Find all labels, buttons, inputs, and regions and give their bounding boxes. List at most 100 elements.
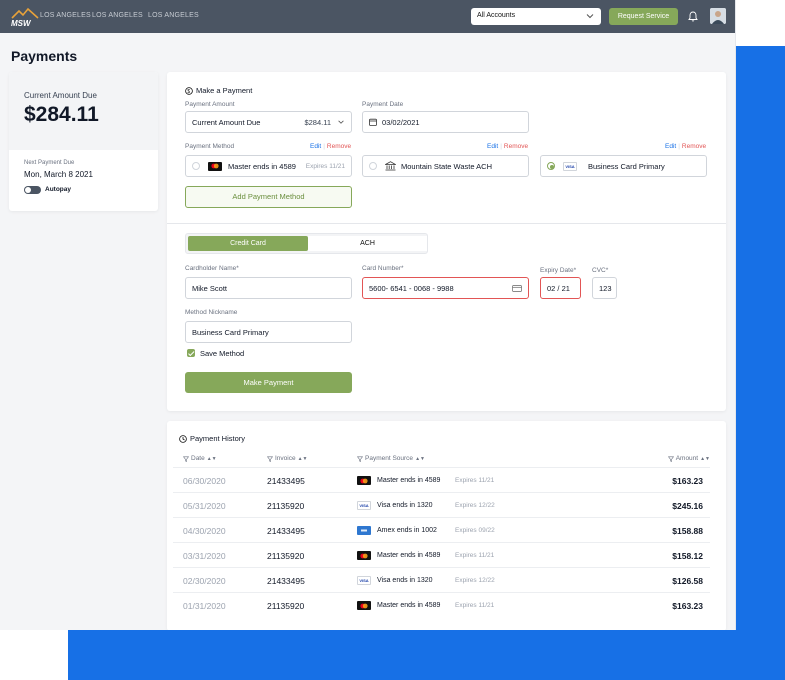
- method-2-radio[interactable]: [369, 162, 377, 170]
- method-nickname-value: Business Card Primary: [192, 327, 269, 337]
- method-2-actions: Edit | Remove: [487, 143, 529, 150]
- add-payment-method-button[interactable]: Add Payment Method: [185, 186, 352, 208]
- row-source-label: Visa ends in 1320: [377, 577, 433, 584]
- payment-type-tabs: Credit Card ACH: [185, 233, 428, 254]
- method-nickname-input[interactable]: Business Card Primary: [185, 321, 352, 343]
- expiry-date-label: Expiry Date*: [540, 267, 577, 274]
- save-method-checkbox[interactable]: [187, 349, 195, 357]
- row-expires: Expires 09/22: [455, 527, 495, 534]
- filter-icon: [183, 456, 189, 462]
- method-3-actions: Edit | Remove: [665, 143, 707, 150]
- row-invoice[interactable]: 21135920: [267, 501, 304, 511]
- method-3-name: Business Card Primary: [588, 161, 665, 171]
- table-row[interactable]: 02/30/2020 21433495 VISA Visa ends in 1320 E…: [173, 567, 710, 592]
- expiry-date-input[interactable]: 02 / 21: [540, 277, 581, 299]
- column-header-source[interactable]: Payment Source ▲▼: [357, 455, 425, 462]
- column-header-amount[interactable]: Amount ▲▼: [667, 455, 710, 462]
- row-amount: $126.58: [672, 576, 703, 586]
- method-2-name: Mountain State Waste ACH: [401, 161, 493, 171]
- filter-icon: [357, 456, 363, 462]
- payment-method-option-2[interactable]: Mountain State Waste ACH: [362, 155, 529, 177]
- tab-ach[interactable]: ACH: [308, 236, 427, 251]
- top-bar: MSW LOS ANGELES LOS ANGELES LOS ANGELES …: [0, 0, 735, 33]
- method-3-remove-link[interactable]: Remove: [682, 143, 706, 150]
- nav-item-1[interactable]: LOS ANGELES: [40, 12, 91, 19]
- row-invoice[interactable]: 21135920: [267, 601, 304, 611]
- payment-history-title: Payment History: [190, 434, 246, 443]
- account-select[interactable]: All Accounts: [471, 8, 601, 25]
- dollar-circle-icon: $: [185, 86, 193, 95]
- make-payment-heading: $ Make a Payment: [185, 86, 252, 95]
- row-payment-source: Master ends in 4589: [357, 551, 440, 560]
- account-select-value: All Accounts: [477, 12, 516, 19]
- column-header-date-label: Date: [191, 455, 205, 462]
- method-3-edit-link[interactable]: Edit: [665, 143, 676, 150]
- row-payment-source: Amex ends in 1002: [357, 526, 437, 535]
- table-row[interactable]: 01/31/2020 21135920 Master ends in 4589 Exp…: [173, 592, 710, 617]
- bell-icon[interactable]: [688, 11, 698, 22]
- cardholder-name-value: Mike Scott: [192, 283, 228, 293]
- method-1-edit-link[interactable]: Edit: [310, 143, 321, 150]
- row-invoice[interactable]: 21433495: [267, 526, 305, 536]
- make-payment-title: Make a Payment: [196, 86, 253, 95]
- row-invoice[interactable]: 21433495: [267, 576, 305, 586]
- cvc-value: 123: [599, 283, 612, 293]
- amount-due-card: Current Amount Due $284.11 Next Payment …: [9, 72, 158, 211]
- method-2-edit-link[interactable]: Edit: [487, 143, 498, 150]
- payment-method-label: Payment Method: [185, 143, 235, 150]
- row-invoice[interactable]: 21433495: [267, 476, 305, 486]
- payment-method-option-3[interactable]: VISA Business Card Primary: [540, 155, 707, 177]
- method-nickname-label: Method Nickname: [185, 309, 238, 316]
- visa-icon: VISA: [357, 576, 371, 585]
- make-payment-button[interactable]: Make Payment: [185, 372, 352, 393]
- sort-icon: ▲▼: [206, 455, 217, 462]
- next-payment-date: Mon, March 8 2021: [24, 170, 93, 179]
- nav-item-3[interactable]: LOS ANGELES: [148, 12, 199, 19]
- table-row[interactable]: 04/30/2020 21433495 Amex ends in 1002 Expir…: [173, 517, 710, 542]
- column-header-invoice[interactable]: Invoice ▲▼: [267, 455, 308, 462]
- payment-history-heading: Payment History: [179, 434, 245, 443]
- request-service-button[interactable]: Request Service: [609, 8, 678, 25]
- save-method-label: Save Method: [200, 349, 245, 358]
- autopay-toggle[interactable]: [24, 186, 41, 194]
- table-row[interactable]: 03/31/2020 21135920 Master ends in 4589 Exp…: [173, 542, 710, 567]
- payment-method-option-1[interactable]: Master ends in 4589 Expires 11/21: [185, 155, 352, 177]
- row-source-label: Amex ends in 1002: [377, 527, 437, 534]
- column-header-date[interactable]: Date ▲▼: [183, 455, 217, 462]
- row-amount: $158.88: [672, 526, 703, 536]
- table-row[interactable]: 05/31/2020 21135920 VISA Visa ends in 1320 E…: [173, 492, 710, 517]
- row-amount: $245.16: [672, 501, 703, 511]
- current-amount-due-value: $284.11: [24, 103, 99, 126]
- filter-icon: [267, 456, 273, 462]
- row-source-label: Master ends in 4589: [377, 552, 441, 559]
- mastercard-icon: [357, 601, 371, 610]
- payment-date-input[interactable]: 03/02/2021: [362, 111, 529, 133]
- payment-amount-label: Payment Amount: [185, 101, 235, 108]
- method-1-remove-link[interactable]: Remove: [327, 143, 351, 150]
- nav-item-2[interactable]: LOS ANGELES: [92, 12, 143, 19]
- cardholder-name-input[interactable]: Mike Scott: [185, 277, 352, 299]
- chevron-down-icon: [586, 14, 594, 19]
- method-1-radio[interactable]: [192, 162, 200, 170]
- row-date: 04/30/2020: [183, 526, 226, 536]
- method-3-radio[interactable]: [547, 162, 555, 170]
- card-number-input[interactable]: 5600- 6541 - 0068 - 9988: [362, 277, 529, 299]
- payment-amount-option: Current Amount Due: [192, 117, 261, 127]
- row-payment-source: Master ends in 4589: [357, 601, 440, 610]
- autopay-label: Autopay: [45, 186, 71, 193]
- mastercard-icon: [357, 551, 371, 560]
- filter-icon: [667, 456, 674, 462]
- table-row[interactable]: 06/30/2020 21433495 Master ends in 4589 Exp…: [173, 467, 710, 492]
- sort-icon: ▲▼: [700, 455, 710, 462]
- row-source-label: Master ends in 4589: [377, 477, 441, 484]
- payment-amount-select[interactable]: Current Amount Due $284.11: [185, 111, 352, 133]
- app-window: MSW LOS ANGELES LOS ANGELES LOS ANGELES …: [0, 0, 736, 630]
- tab-credit-card[interactable]: Credit Card: [188, 236, 308, 251]
- card-number-value: 5600- 6541 - 0068 - 9988: [369, 283, 454, 293]
- row-invoice[interactable]: 21135920: [267, 551, 304, 561]
- cvc-input[interactable]: 123: [592, 277, 617, 299]
- column-header-invoice-label: Invoice: [275, 455, 296, 462]
- method-2-remove-link[interactable]: Remove: [504, 143, 528, 150]
- sort-icon: ▲▼: [297, 455, 308, 462]
- avatar[interactable]: [710, 8, 726, 24]
